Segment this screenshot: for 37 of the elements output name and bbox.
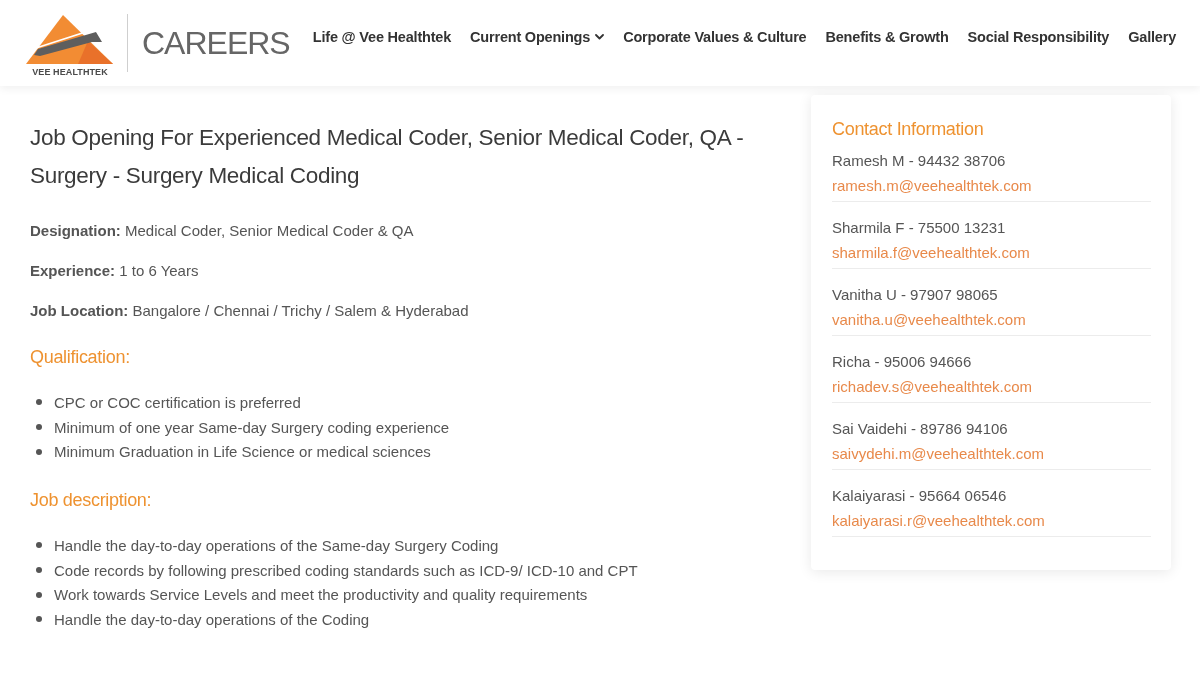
section-title: CAREERS: [142, 27, 290, 59]
job-detail: Job Location: Bangalore / Chennai / Trichy / Salem & Hyderabad: [30, 301, 470, 321]
list-item-text: Handle the day-to-day operations of the Coding: [54, 610, 370, 628]
list-item-text: Minimum of one year Same-day Surgery coding experience: [54, 418, 450, 436]
bullet-icon: [36, 399, 42, 406]
section-heading: Job description:: [30, 489, 153, 513]
nav-link[interactable]: Current Openings: [470, 29, 605, 45]
contact-heading: Contact Information: [832, 118, 985, 141]
bullet-icon: [36, 542, 42, 549]
nav-link[interactable]: Corporate Values & Culture: [623, 29, 807, 45]
contact-name-phone: Ramesh M - 94432 38706: [832, 151, 1007, 171]
chevron-down-icon: [595, 34, 605, 40]
list-item-text: CPC or COC certification is preferred: [54, 393, 301, 411]
contact-name-phone: Vanitha U - 97907 98065: [832, 285, 999, 305]
nav-link[interactable]: Benefits & Growth: [825, 29, 949, 45]
bullet-icon: [36, 567, 42, 574]
brand-name: VEE HEALTHTEK: [32, 67, 108, 77]
list-item-text: Minimum Graduation in Life Science or medical sciences: [54, 443, 431, 461]
contact-name-phone: Kalaiyarasi - 95664 06546: [832, 486, 1008, 506]
bullet-icon: [36, 448, 42, 455]
contact-name-phone: Sharmila F - 75500 13231: [832, 218, 1007, 238]
contact-name-phone: Richa - 95006 94666: [832, 352, 973, 372]
bullet-icon: [36, 616, 42, 623]
list-item-text: Handle the day-to-day operations of the Same-day Surgery Coding: [54, 536, 499, 554]
nav-link[interactable]: Social Responsibility: [967, 29, 1110, 45]
bullet-icon: [36, 424, 42, 431]
job-detail: Experience: 1 to 6 Years: [30, 261, 200, 281]
list-item-text: Code records by following prescribed coding standards such as ICD-9/ ICD-10 and CPT: [54, 561, 638, 579]
section-heading: Qualification:: [30, 346, 131, 369]
job-detail: Designation: Medical Coder, Senior Medical Coder & QA: [30, 221, 415, 241]
nav-link[interactable]: Life @ Vee Healthtek: [312, 29, 452, 45]
pyramid-logo-icon: [26, 15, 114, 65]
job-title: Job Opening For Experienced Medical Coder, Senior Medical Coder, QA - Surgery - Surgery Medical Coding: [30, 124, 745, 190]
contact-name-phone: Sai Vaidehi - 89786 94106: [832, 419, 1009, 439]
bullet-icon: [36, 591, 42, 598]
list-item-text: Work towards Service Levels and meet the productivity and quality requirements: [54, 586, 588, 604]
nav-link[interactable]: Gallery: [1128, 29, 1176, 45]
